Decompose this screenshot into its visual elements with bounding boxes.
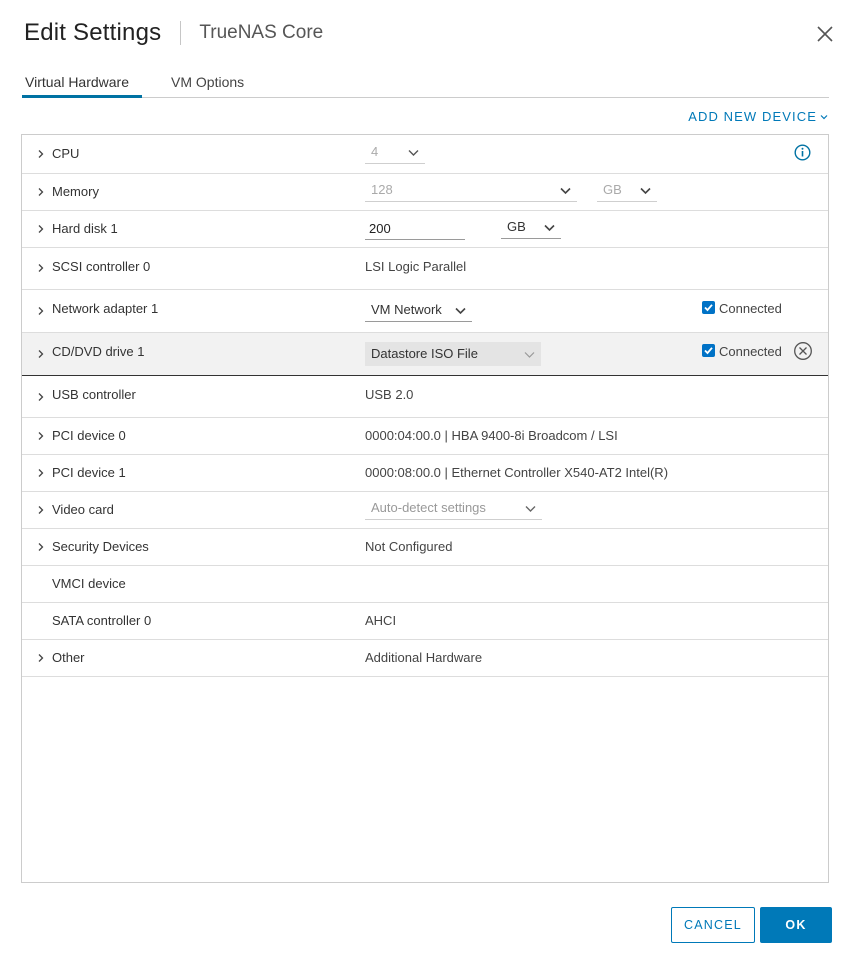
hardware-row-security-devices: Security Devices Not Configured	[22, 529, 828, 566]
chevron-right-icon[interactable]	[36, 392, 46, 402]
chevron-down-icon	[524, 352, 535, 358]
hardware-row-memory: Memory 128 GB	[22, 174, 828, 211]
chevron-right-icon[interactable]	[36, 505, 46, 515]
cancel-button[interactable]: CANCEL	[671, 907, 755, 943]
usb-controller-value: USB 2.0	[365, 387, 414, 402]
add-new-device-button[interactable]: ADD NEW DEVICE	[688, 109, 828, 124]
hard-disk-label: Hard disk 1	[52, 221, 118, 236]
ok-button[interactable]: OK	[760, 907, 832, 943]
vmci-device-label: VMCI device	[52, 576, 126, 591]
scsi-controller-label: SCSI controller 0	[52, 259, 151, 274]
tab-vm-options[interactable]: VM Options	[168, 72, 247, 98]
hardware-row-scsi-controller: SCSI controller 0 LSI Logic Parallel	[22, 248, 828, 290]
network-value: VM Network	[371, 302, 442, 317]
memory-size-value: 128	[371, 182, 393, 197]
other-label: Other	[52, 650, 85, 665]
tab-bar: Virtual Hardware VM Options	[22, 72, 829, 98]
hardware-row-cpu: CPU 4	[22, 135, 828, 174]
security-devices-value: Not Configured	[365, 539, 453, 554]
pci-device-0-value: 0000:04:00.0 | HBA 9400-8i Broadcom / LS…	[365, 428, 618, 443]
chevron-right-icon[interactable]	[36, 349, 46, 359]
pci-device-1-value: 0000:08:00.0 | Ethernet Controller X540-…	[365, 465, 669, 480]
chevron-down-icon	[640, 187, 651, 195]
cpu-count-select[interactable]: 4	[365, 142, 425, 164]
chevron-right-icon[interactable]	[36, 653, 46, 663]
hardware-row-sata-controller: SATA controller 0 AHCI	[22, 603, 828, 640]
network-connected-checkbox[interactable]	[702, 301, 715, 314]
chevron-right-icon[interactable]	[36, 468, 46, 478]
cd-dvd-connected-label: Connected	[719, 344, 782, 359]
hardware-row-network-adapter: Network adapter 1 VM Network Connected	[22, 290, 828, 333]
chevron-down-icon	[544, 224, 555, 232]
cd-dvd-drive-label: CD/DVD drive 1	[52, 344, 145, 359]
hardware-row-other: Other Additional Hardware	[22, 640, 828, 677]
add-new-device-label: ADD NEW DEVICE	[688, 109, 817, 124]
hardware-row-pci-device-1: PCI device 1 0000:08:00.0 | Ethernet Con…	[22, 455, 828, 492]
hardware-row-cd-dvd-drive: CD/DVD drive 1 Datastore ISO File Connec…	[22, 333, 828, 376]
chevron-right-icon[interactable]	[36, 306, 46, 316]
sata-controller-value: AHCI	[365, 613, 397, 628]
security-devices-label: Security Devices	[52, 539, 149, 554]
hardware-row-pci-device-0: PCI device 0 0000:04:00.0 | HBA 9400-8i …	[22, 418, 828, 455]
chevron-right-icon[interactable]	[36, 187, 46, 197]
hardware-row-usb-controller: USB controller USB 2.0	[22, 376, 828, 418]
network-select[interactable]: VM Network	[365, 300, 472, 322]
dialog-title: Edit Settings	[24, 19, 162, 46]
memory-unit-value: GB	[603, 182, 622, 197]
hard-disk-size-input[interactable]	[365, 218, 465, 240]
title-divider	[180, 21, 182, 45]
close-icon[interactable]	[814, 23, 836, 45]
video-card-value: Auto-detect settings	[371, 500, 486, 515]
chevron-down-icon	[408, 150, 419, 156]
pci-device-0-label: PCI device 0	[52, 428, 126, 443]
hard-disk-unit-value: GB	[507, 219, 526, 234]
remove-device-icon[interactable]	[793, 341, 813, 361]
video-card-label: Video card	[52, 502, 114, 517]
chevron-down-icon	[820, 114, 828, 119]
hardware-list: CPU 4 Memory 128 GB Hard disk 1 GB SCSI …	[21, 134, 829, 883]
network-connected-label: Connected	[719, 301, 782, 316]
memory-label: Memory	[52, 184, 99, 199]
chevron-right-icon[interactable]	[36, 149, 46, 159]
scsi-controller-value: LSI Logic Parallel	[365, 259, 467, 274]
network-adapter-label: Network adapter 1	[52, 301, 159, 316]
pci-device-1-label: PCI device 1	[52, 465, 126, 480]
hard-disk-unit-select[interactable]: GB	[501, 217, 561, 239]
hardware-row-video-card: Video card Auto-detect settings	[22, 492, 828, 529]
other-value: Additional Hardware	[365, 650, 483, 665]
info-icon[interactable]	[794, 144, 811, 161]
cd-dvd-source-value: Datastore ISO File	[371, 346, 478, 361]
memory-unit-select[interactable]: GB	[597, 180, 657, 202]
hardware-row-vmci-device: VMCI device	[22, 566, 828, 603]
tab-virtual-hardware[interactable]: Virtual Hardware	[22, 72, 142, 98]
chevron-down-icon	[525, 506, 536, 512]
vm-name: TrueNAS Core	[199, 22, 324, 43]
cpu-label: CPU	[52, 146, 80, 161]
video-card-select[interactable]: Auto-detect settings	[365, 498, 542, 520]
sata-controller-label: SATA controller 0	[52, 613, 152, 628]
cpu-count-value: 4	[371, 144, 379, 159]
dialog-header: Edit Settings TrueNAS Core	[24, 18, 323, 48]
chevron-down-icon	[455, 307, 466, 315]
usb-controller-label: USB controller	[52, 387, 136, 402]
chevron-right-icon[interactable]	[36, 224, 46, 234]
cd-dvd-source-select[interactable]: Datastore ISO File	[365, 342, 541, 366]
chevron-right-icon[interactable]	[36, 431, 46, 441]
chevron-down-icon	[560, 187, 571, 195]
cd-dvd-connected-checkbox[interactable]	[702, 344, 715, 357]
memory-size-input[interactable]: 128	[365, 180, 577, 202]
hardware-row-hard-disk: Hard disk 1 GB	[22, 211, 828, 248]
chevron-right-icon[interactable]	[36, 542, 46, 552]
chevron-right-icon[interactable]	[36, 263, 46, 273]
